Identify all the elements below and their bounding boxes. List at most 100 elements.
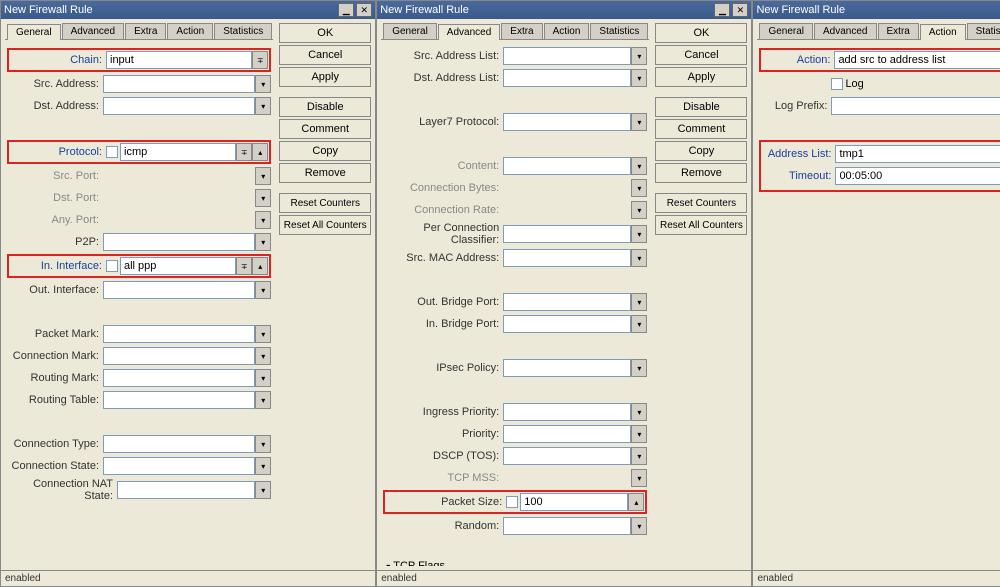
dropdown-icon[interactable]: ▾	[631, 225, 647, 243]
dropdown-icon[interactable]: ▾	[631, 201, 647, 219]
tab-general[interactable]: General	[7, 24, 61, 40]
dropdown-icon[interactable]: ▾	[631, 447, 647, 465]
dropdown-icon[interactable]: ▾	[255, 167, 271, 185]
tab-advanced[interactable]: Advanced	[62, 23, 124, 39]
tab-general[interactable]: General	[383, 23, 437, 39]
disable-button[interactable]: Disable	[279, 97, 371, 117]
minimize-icon[interactable]: ▁	[714, 3, 730, 17]
l7-input[interactable]	[503, 113, 631, 131]
dropdown-icon[interactable]: ▾	[631, 293, 647, 311]
tab-advanced[interactable]: Advanced	[814, 23, 876, 39]
cancel-button[interactable]: Cancel	[279, 45, 371, 65]
src-list-input[interactable]	[503, 47, 631, 65]
protocol-checkbox[interactable]	[106, 146, 118, 158]
chain-dropdown-icon[interactable]: ∓	[252, 51, 268, 69]
conn-mark-input[interactable]	[103, 347, 255, 365]
src-mac-input[interactable]	[503, 249, 631, 267]
cancel-button[interactable]: Cancel	[655, 45, 747, 65]
tab-advanced[interactable]: Advanced	[438, 24, 500, 40]
copy-button[interactable]: Copy	[279, 141, 371, 161]
dst-addr-input[interactable]	[103, 97, 255, 115]
dropdown-icon[interactable]: ▾	[631, 359, 647, 377]
dropdown-icon[interactable]: ▾	[631, 47, 647, 65]
log-prefix-input[interactable]	[831, 97, 1000, 115]
dropdown-icon[interactable]: ▾	[631, 315, 647, 333]
pkt-size-input[interactable]: 100	[520, 493, 628, 511]
ingress-prio-input[interactable]	[503, 403, 631, 421]
routing-mark-input[interactable]	[103, 369, 255, 387]
dropdown-icon[interactable]: ▾	[255, 481, 271, 499]
dropdown-icon[interactable]: ▾	[255, 233, 271, 251]
routing-table-input[interactable]	[103, 391, 255, 409]
dropdown-icon[interactable]: ▾	[255, 189, 271, 207]
in-iface-checkbox[interactable]	[106, 260, 118, 272]
priority-input[interactable]	[503, 425, 631, 443]
dst-list-input[interactable]	[503, 69, 631, 87]
log-checkbox[interactable]	[831, 78, 843, 90]
reset-all-counters-button[interactable]: Reset All Counters	[279, 215, 371, 235]
tab-statistics[interactable]: Statistics	[214, 23, 272, 39]
action-input[interactable]: add src to address list	[834, 51, 1000, 69]
titlebar[interactable]: New Firewall Rule ▁ ✕	[753, 1, 1000, 19]
pkt-mark-input[interactable]	[103, 325, 255, 343]
protocol-input[interactable]: icmp	[120, 143, 236, 161]
dropdown-icon[interactable]: ▾	[631, 425, 647, 443]
tab-extra[interactable]: Extra	[501, 23, 542, 39]
comment-button[interactable]: Comment	[655, 119, 747, 139]
in-bridge-input[interactable]	[503, 315, 631, 333]
apply-button[interactable]: Apply	[279, 67, 371, 87]
in-iface-input[interactable]: all ppp	[120, 257, 236, 275]
dropdown-icon[interactable]: ▾	[631, 469, 647, 487]
dropdown-icon[interactable]: ▾	[255, 97, 271, 115]
tab-general[interactable]: General	[759, 23, 813, 39]
reset-counters-button[interactable]: Reset Counters	[655, 193, 747, 213]
reset-counters-button[interactable]: Reset Counters	[279, 193, 371, 213]
out-bridge-input[interactable]	[503, 293, 631, 311]
titlebar[interactable]: New Firewall Rule ▁ ✕	[1, 1, 375, 19]
tab-action[interactable]: Action	[544, 23, 590, 39]
dropdown-icon[interactable]: ▾	[631, 157, 647, 175]
tab-action[interactable]: Action	[920, 24, 966, 40]
tab-statistics[interactable]: Statistics	[967, 23, 1000, 39]
dropdown-icon[interactable]: ▾	[631, 179, 647, 197]
dropdown-icon[interactable]: ▾	[631, 249, 647, 267]
random-input[interactable]	[503, 517, 631, 535]
remove-button[interactable]: Remove	[655, 163, 747, 183]
close-icon[interactable]: ✕	[732, 3, 748, 17]
apply-button[interactable]: Apply	[655, 67, 747, 87]
addr-list-input[interactable]: tmp1	[835, 145, 1000, 163]
close-icon[interactable]: ✕	[356, 3, 372, 17]
up-icon[interactable]: ▴	[252, 257, 268, 275]
conn-nat-input[interactable]	[117, 481, 255, 499]
p2p-input[interactable]	[103, 233, 255, 251]
dropdown-icon[interactable]: ▾	[255, 75, 271, 93]
conn-type-input[interactable]	[103, 435, 255, 453]
up-icon[interactable]: ▴	[252, 143, 268, 161]
tab-action[interactable]: Action	[167, 23, 213, 39]
dropdown-icon[interactable]: ▾	[255, 281, 271, 299]
dropdown-icon[interactable]: ▾	[631, 113, 647, 131]
src-addr-input[interactable]	[103, 75, 255, 93]
timeout-input[interactable]: 00:05:00	[835, 167, 1000, 185]
dropdown-icon[interactable]: ∓	[236, 143, 252, 161]
ok-button[interactable]: OK	[655, 23, 747, 43]
pkt-size-checkbox[interactable]	[506, 496, 518, 508]
dropdown-icon[interactable]: ▾	[631, 517, 647, 535]
dropdown-icon[interactable]: ▾	[255, 391, 271, 409]
minimize-icon[interactable]: ▁	[338, 3, 354, 17]
dropdown-icon[interactable]: ∓	[236, 257, 252, 275]
reset-all-counters-button[interactable]: Reset All Counters	[655, 215, 747, 235]
out-iface-input[interactable]	[103, 281, 255, 299]
dropdown-icon[interactable]: ▾	[255, 369, 271, 387]
up-icon[interactable]: ▴	[628, 493, 644, 511]
comment-button[interactable]: Comment	[279, 119, 371, 139]
pcc-input[interactable]	[503, 225, 631, 243]
ipsec-input[interactable]	[503, 359, 631, 377]
tab-extra[interactable]: Extra	[125, 23, 166, 39]
tcp-flags-toggle[interactable]: ▾TCP Flags	[383, 560, 647, 566]
disable-button[interactable]: Disable	[655, 97, 747, 117]
remove-button[interactable]: Remove	[279, 163, 371, 183]
copy-button[interactable]: Copy	[655, 141, 747, 161]
dropdown-icon[interactable]: ▾	[631, 403, 647, 421]
tab-statistics[interactable]: Statistics	[590, 23, 648, 39]
